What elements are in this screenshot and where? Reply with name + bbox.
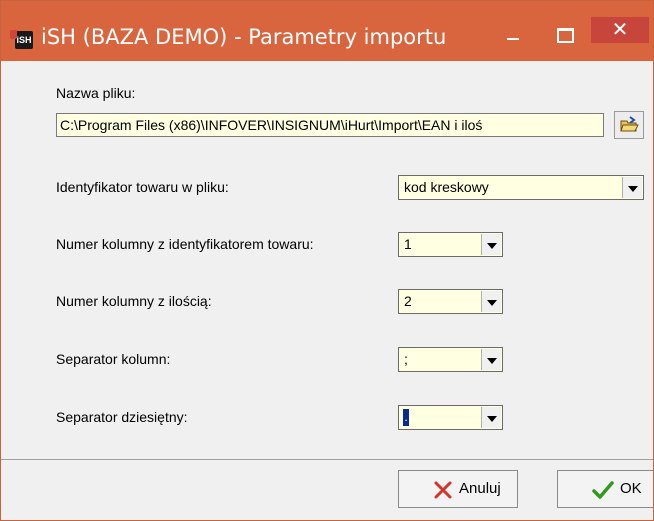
browse-file-button[interactable] xyxy=(614,111,644,139)
cancel-button-label: Anuluj xyxy=(459,480,501,497)
column-separator-select-value: ; xyxy=(404,351,408,367)
qty-column-select-value: 2 xyxy=(404,293,412,309)
title-bar[interactable]: iSH iSH (BAZA DEMO) - Parametry importu … xyxy=(1,1,653,61)
file-path-field[interactable]: C:\Program Files (x86)\INFOVER\INSIGNUM\… xyxy=(56,113,604,137)
identifier-select-value: kod kreskowy xyxy=(404,179,489,195)
minimize-button[interactable] xyxy=(490,22,536,50)
identifier-select[interactable]: kod kreskowy xyxy=(398,175,644,200)
close-icon: ✕ xyxy=(611,19,629,41)
decimal-separator-select[interactable]: . xyxy=(398,405,503,430)
chevron-down-icon[interactable] xyxy=(481,407,501,428)
column-separator-label: Separator kolumn: xyxy=(56,351,171,367)
dialog-window: iSH iSH (BAZA DEMO) - Parametry importu … xyxy=(0,0,654,521)
decimal-separator-label: Separator dziesiętny: xyxy=(56,409,188,425)
identifier-label: Identyfikator towaru w pliku: xyxy=(56,179,229,195)
chevron-down-icon[interactable] xyxy=(481,291,501,312)
id-column-label: Numer kolumny z identyfikatorem towaru: xyxy=(56,236,314,252)
qty-column-select[interactable]: 2 xyxy=(398,289,503,314)
qty-column-label: Numer kolumny z ilością: xyxy=(56,293,212,309)
window-title: iSH (BAZA DEMO) - Parametry importu xyxy=(41,25,447,49)
ok-button[interactable]: OK xyxy=(557,470,653,508)
chevron-down-icon[interactable] xyxy=(481,234,501,255)
app-logo-icon: iSH xyxy=(10,30,33,49)
form-panel: Nazwa pliku: C:\Program Files (x86)\INFO… xyxy=(34,61,653,459)
cancel-button[interactable]: Anuluj xyxy=(398,470,518,508)
ok-button-label: OK xyxy=(620,480,642,497)
cancel-x-icon xyxy=(434,481,452,499)
close-button[interactable]: ✕ xyxy=(591,17,649,43)
button-bar: Anuluj OK xyxy=(1,459,653,520)
decimal-separator-select-value: . xyxy=(403,409,409,426)
id-column-select-value: 1 xyxy=(404,236,412,252)
checkmark-icon xyxy=(592,481,614,499)
open-folder-icon xyxy=(620,116,639,132)
chevron-down-icon[interactable] xyxy=(481,349,501,370)
id-column-select[interactable]: 1 xyxy=(398,232,503,257)
file-name-label: Nazwa pliku: xyxy=(56,85,136,101)
chevron-down-icon[interactable] xyxy=(622,177,642,198)
maximize-button[interactable] xyxy=(542,22,588,50)
column-separator-select[interactable]: ; xyxy=(398,347,503,372)
